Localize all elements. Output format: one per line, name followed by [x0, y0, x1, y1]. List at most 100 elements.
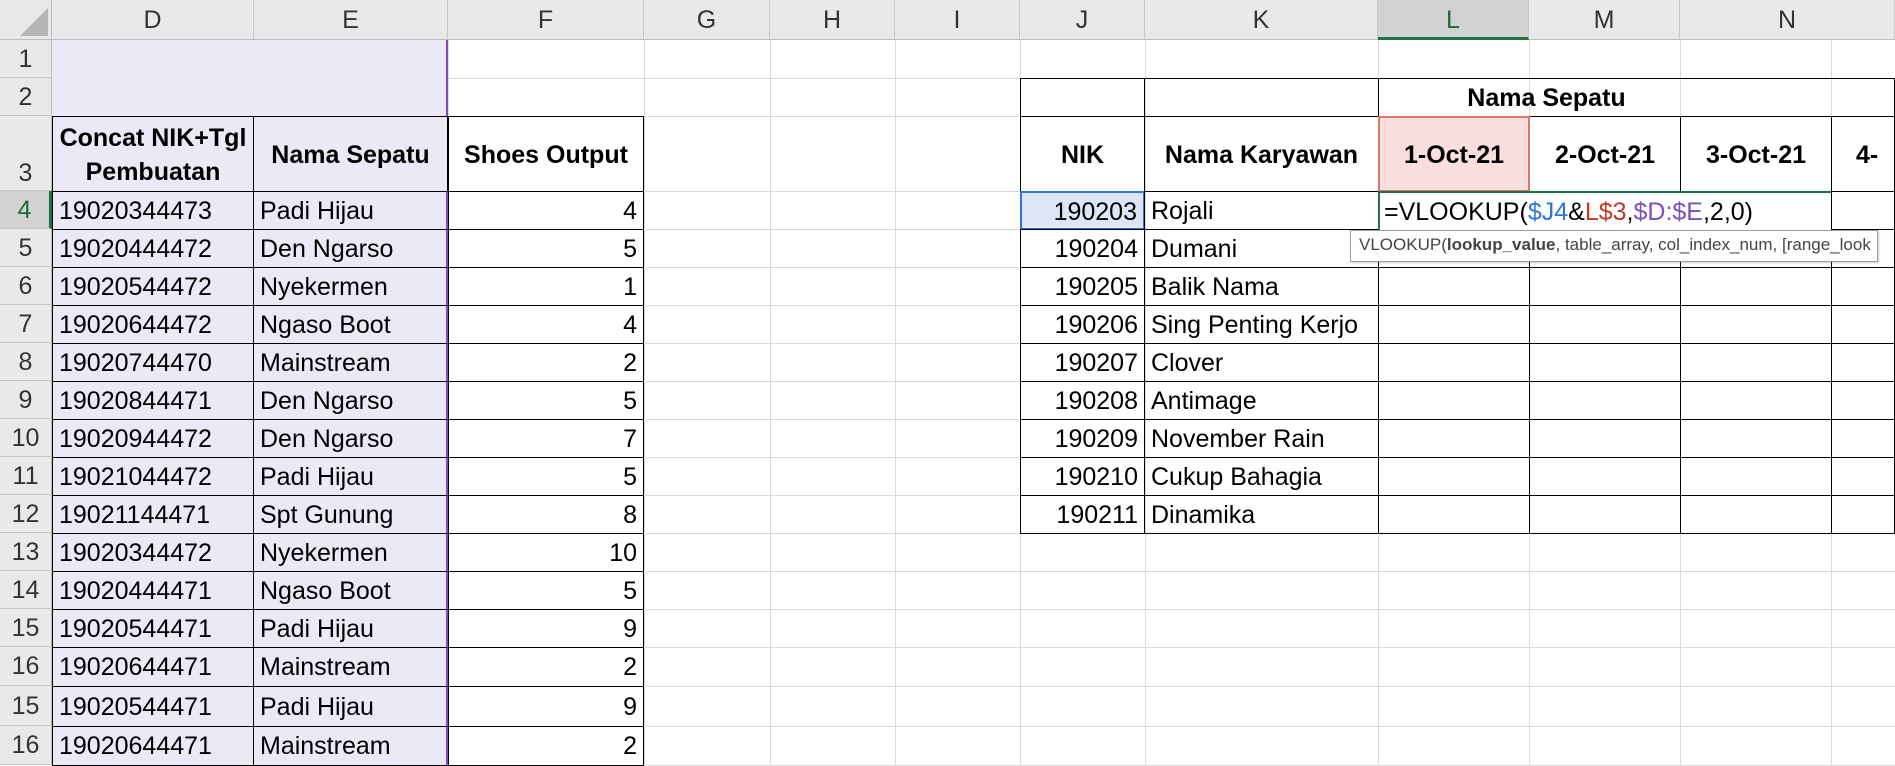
row-header-16[interactable]: 16 [0, 647, 52, 686]
shoes-output-cell[interactable]: 4 [448, 305, 644, 344]
date-value-cell[interactable] [1529, 495, 1681, 534]
nik-cell[interactable]: 190211 [1020, 495, 1145, 534]
nik-date-cell[interactable]: 19021144471 [52, 495, 254, 534]
employee-name-cell[interactable]: Dumani [1144, 229, 1379, 268]
date-value-cell[interactable] [1378, 305, 1530, 344]
date-value-cell[interactable] [1378, 267, 1530, 306]
row-header-7[interactable]: 7 [0, 305, 52, 343]
shoes-output-cell[interactable]: 5 [448, 571, 644, 610]
row-header-3[interactable]: 3 [0, 116, 52, 191]
employee-name-cell[interactable]: November Rain [1144, 419, 1379, 458]
date-value-cell[interactable] [1831, 267, 1895, 306]
date-value-cell[interactable] [1831, 457, 1895, 496]
date-header-4[interactable]: 4- [1831, 116, 1895, 192]
shoes-output-cell[interactable]: 2 [448, 726, 644, 766]
column-header-k[interactable]: K [1145, 0, 1378, 40]
row-header-5[interactable]: 5 [0, 229, 52, 267]
employee-name-cell[interactable]: Dinamika [1144, 495, 1379, 534]
nik-date-cell[interactable]: 19020544472 [52, 267, 254, 306]
date-value-cell[interactable] [1831, 419, 1895, 458]
shoes-output-cell[interactable]: 2 [448, 647, 644, 687]
date-value-cell[interactable] [1831, 381, 1895, 420]
nik-date-cell[interactable]: 19020444471 [52, 571, 254, 610]
shoes-output-cell[interactable]: 5 [448, 381, 644, 420]
shoe-name-cell[interactable]: Den Ngarso [253, 229, 448, 268]
row-header-2[interactable]: 2 [0, 78, 52, 116]
employee-name-cell[interactable]: Balik Nama [1144, 267, 1379, 306]
row-header-13[interactable]: 13 [0, 533, 52, 571]
nik-date-cell[interactable]: 19020344472 [52, 533, 254, 572]
nik-cell[interactable]: 190208 [1020, 381, 1145, 420]
row-header-11[interactable]: 11 [0, 457, 52, 495]
column-header-i[interactable]: I [895, 0, 1020, 40]
nik-date-cell[interactable]: 19020644472 [52, 305, 254, 344]
shoes-output-cell[interactable]: 10 [448, 533, 644, 572]
date-value-cell[interactable] [1378, 495, 1530, 534]
column-header-f[interactable]: F [448, 0, 644, 40]
date-value-cell[interactable] [1529, 419, 1681, 458]
nik-date-cell[interactable]: 19020544471 [52, 609, 254, 648]
date-value-cell[interactable] [1680, 419, 1832, 458]
date-value-cell[interactable] [1529, 305, 1681, 344]
nik-date-cell[interactable]: 19020644471 [52, 726, 254, 766]
nik-cell[interactable]: 190209 [1020, 419, 1145, 458]
date-value-cell[interactable] [1680, 267, 1832, 306]
nik-date-cell[interactable]: 19020544471 [52, 686, 254, 727]
row-header-18[interactable]: 16 [0, 726, 52, 765]
nik-date-cell[interactable]: 19020844471 [52, 381, 254, 420]
shoes-output-cell[interactable]: 4 [448, 191, 644, 230]
row-header-1[interactable]: 1 [0, 40, 52, 78]
row-header-9[interactable]: 9 [0, 381, 52, 419]
date-value-cell[interactable] [1831, 495, 1895, 534]
nik-date-cell[interactable]: 19020944472 [52, 419, 254, 458]
shoe-name-cell[interactable]: Spt Gunung [253, 495, 448, 534]
shoe-name-cell[interactable]: Ngaso Boot [253, 571, 448, 610]
nik-date-cell[interactable]: 19020744470 [52, 343, 254, 382]
shoe-name-cell[interactable]: Nyekermen [253, 267, 448, 306]
shoes-output-cell[interactable]: 7 [448, 419, 644, 458]
row-header-14[interactable]: 14 [0, 571, 52, 609]
nik-date-cell[interactable]: 19021044472 [52, 457, 254, 496]
date-value-cell[interactable] [1529, 343, 1681, 382]
column-header-h[interactable]: H [770, 0, 895, 40]
nik-date-cell[interactable]: 19020444472 [52, 229, 254, 268]
employee-name-cell[interactable]: Cukup Bahagia [1144, 457, 1379, 496]
shoes-output-cell[interactable]: 5 [448, 229, 644, 268]
select-all-corner[interactable] [0, 0, 52, 40]
nik-cell[interactable]: 190204 [1020, 229, 1145, 268]
employee-name-cell[interactable]: Sing Penting Kerjo [1144, 305, 1379, 344]
shoe-name-cell[interactable]: Den Ngarso [253, 419, 448, 458]
employee-name-cell[interactable]: Antimage [1144, 381, 1379, 420]
formula-cell-l4[interactable]: =VLOOKUP($J4&L$3,$D:$E,2,0) [1378, 191, 1831, 230]
nik-cell[interactable]: 190205 [1020, 267, 1145, 306]
shoes-output-cell[interactable]: 8 [448, 495, 644, 534]
date-header-2[interactable]: 2-Oct-21 [1529, 116, 1681, 192]
shoes-output-cell[interactable]: 1 [448, 267, 644, 306]
row-header-17[interactable]: 15 [0, 686, 52, 726]
employee-name-cell[interactable]: Clover [1144, 343, 1379, 382]
shoe-name-cell[interactable]: Mainstream [253, 726, 448, 766]
shoe-name-cell[interactable]: Den Ngarso [253, 381, 448, 420]
shoe-name-cell[interactable]: Ngaso Boot [253, 305, 448, 344]
nik-cell[interactable]: 190207 [1020, 343, 1145, 382]
date-value-cell[interactable] [1529, 267, 1681, 306]
shoe-name-cell[interactable]: Mainstream [253, 647, 448, 687]
column-header-j[interactable]: J [1020, 0, 1145, 40]
row-header-6[interactable]: 6 [0, 267, 52, 305]
column-header-d[interactable]: D [52, 0, 254, 40]
date-value-cell[interactable] [1831, 305, 1895, 344]
date-value-cell[interactable] [1529, 381, 1681, 420]
date-value-cell[interactable] [1529, 457, 1681, 496]
date-header-3[interactable]: 3-Oct-21 [1680, 116, 1832, 192]
date-value-cell[interactable] [1378, 343, 1530, 382]
date-value-cell[interactable] [1680, 305, 1832, 344]
date-value-cell[interactable] [1680, 457, 1832, 496]
shoes-output-cell[interactable]: 2 [448, 343, 644, 382]
column-header-l[interactable]: L [1378, 0, 1529, 40]
nik-cell[interactable]: 190203 [1020, 191, 1145, 230]
shoe-name-cell[interactable]: Nyekermen [253, 533, 448, 572]
date-value-cell[interactable] [1680, 495, 1832, 534]
employee-name-cell[interactable]: Rojali [1144, 191, 1379, 230]
row-header-10[interactable]: 10 [0, 419, 52, 457]
date-value-cell[interactable] [1831, 343, 1895, 382]
